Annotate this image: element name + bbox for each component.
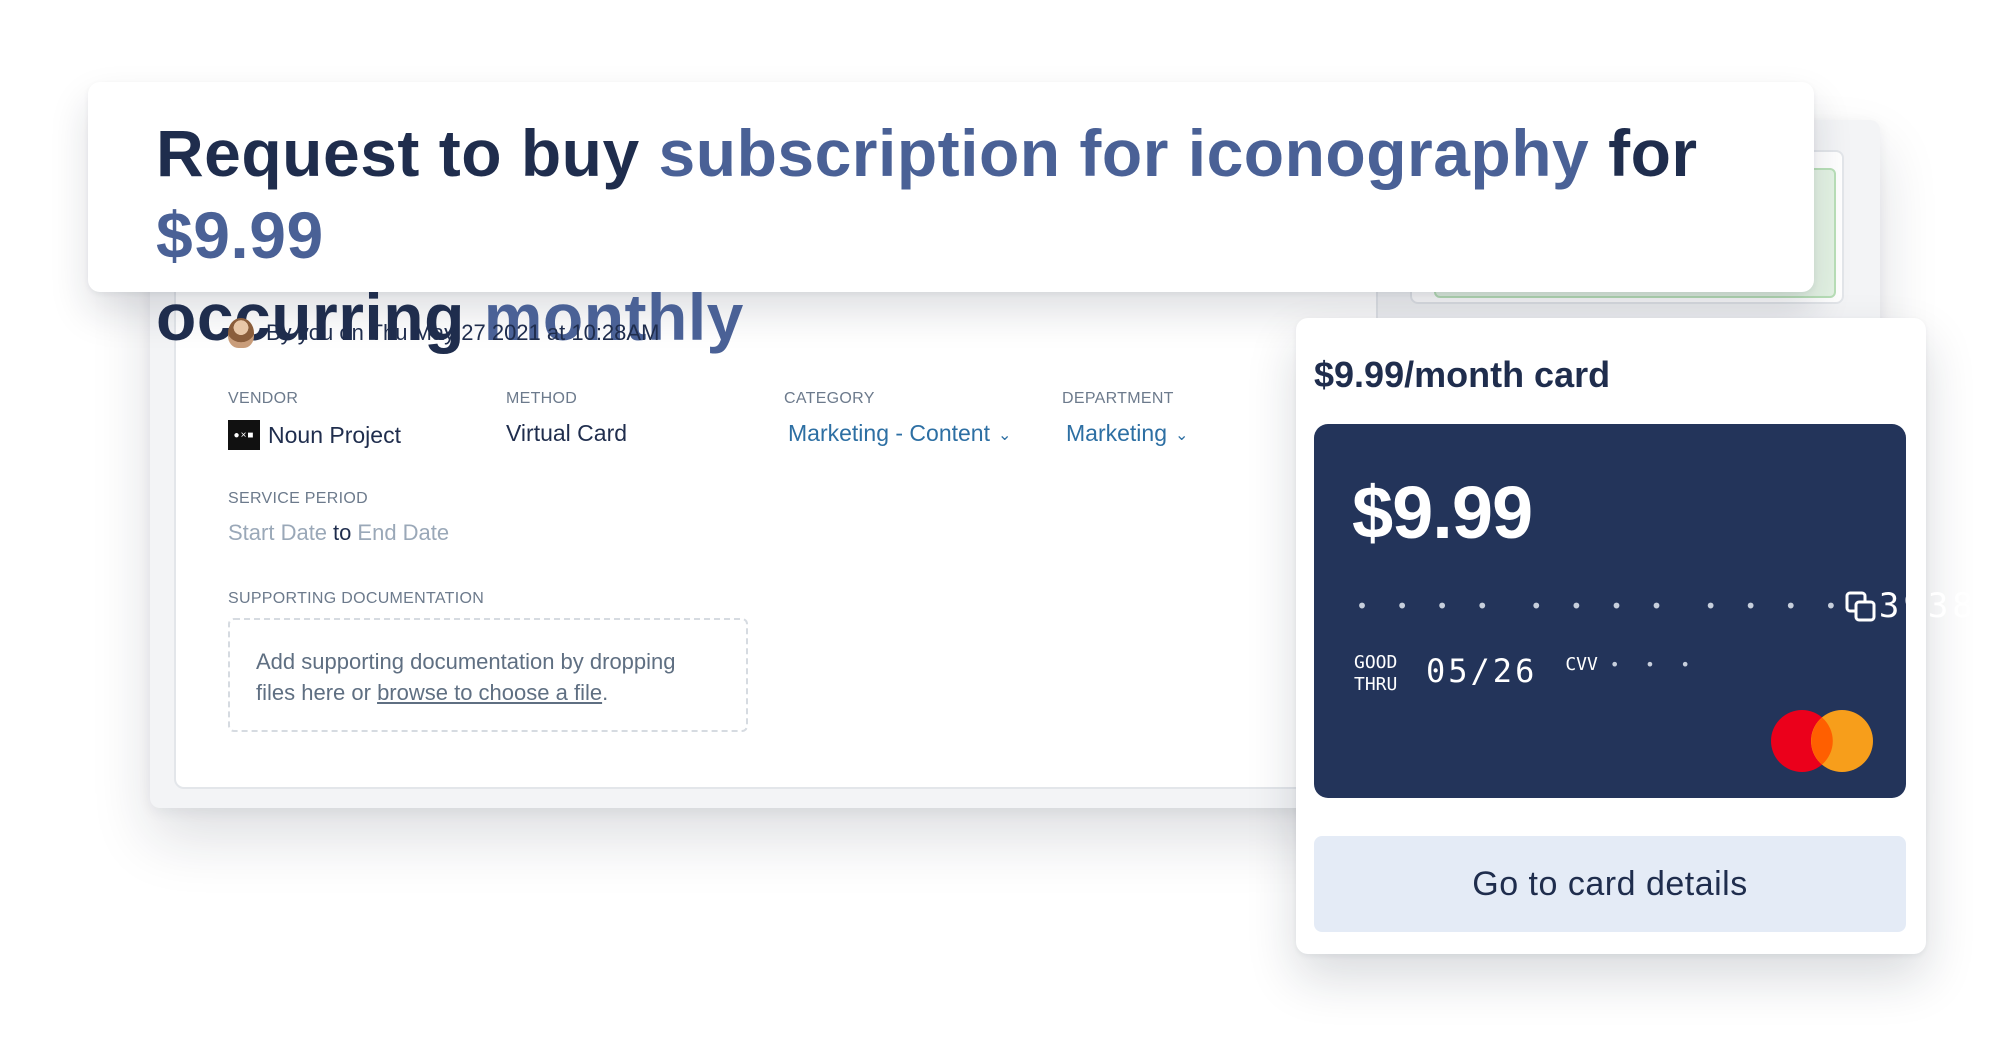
card-number-group-3: • • • • bbox=[1704, 594, 1845, 618]
cvv-label: CVV bbox=[1565, 654, 1598, 675]
thru-label: THRU bbox=[1354, 674, 1398, 695]
card-number: • • • • • • • • • • • • 3938 bbox=[1356, 586, 1977, 626]
service-period-range: Start Date to End Date bbox=[228, 520, 449, 546]
dropzone-suffix: . bbox=[602, 680, 609, 705]
category-dropdown[interactable]: Marketing - Content ⌄ bbox=[788, 420, 1011, 447]
department-dropdown[interactable]: Marketing ⌄ bbox=[1066, 420, 1188, 447]
start-date-input[interactable]: Start Date bbox=[228, 520, 327, 546]
category-value: Marketing - Content bbox=[788, 420, 990, 446]
cvv-masked: • • • bbox=[1609, 655, 1699, 674]
card-number-group-2: • • • • bbox=[1530, 594, 1671, 618]
card-amount: $9.99 bbox=[1352, 471, 1533, 554]
department-label: DEPARTMENT bbox=[1062, 390, 1174, 407]
method-value: Virtual Card bbox=[506, 420, 628, 446]
vendor-label: VENDOR bbox=[228, 390, 299, 407]
good-label: GOOD bbox=[1354, 652, 1398, 673]
title-amount: $9.99 bbox=[156, 198, 324, 272]
good-thru-label: GOOD THRU bbox=[1354, 652, 1414, 696]
documentation-label: SUPPORTING DOCUMENTATION bbox=[228, 590, 485, 607]
service-period-to: to bbox=[333, 520, 352, 545]
service-period-label: SERVICE PERIOD bbox=[228, 490, 368, 507]
card-meta: GOOD THRU 05/26 CVV • • • bbox=[1354, 652, 1698, 696]
card-expiry: 05/26 bbox=[1426, 652, 1538, 690]
title-connector: for bbox=[1589, 116, 1698, 190]
request-meta: By you on Thu May 27 2021 at 10:28AM bbox=[228, 316, 659, 350]
method-label: METHOD bbox=[506, 390, 578, 407]
category-label: CATEGORY bbox=[784, 390, 875, 407]
author-line: By you on Thu May 27 2021 at 10:28AM bbox=[266, 320, 660, 345]
copy-icon[interactable] bbox=[1844, 590, 1878, 624]
card-number-group-1: • • • • bbox=[1356, 594, 1497, 618]
vendor-value: ●×■ Noun Project bbox=[228, 420, 401, 450]
avatar bbox=[228, 318, 254, 348]
title-prefix: Request to buy bbox=[156, 116, 659, 190]
browse-file-link[interactable]: browse to choose a file bbox=[377, 680, 602, 705]
noun-project-logo: ●×■ bbox=[228, 420, 260, 450]
department-value: Marketing bbox=[1066, 420, 1167, 446]
chevron-down-icon: ⌄ bbox=[997, 426, 1012, 444]
title-item: subscription for iconography bbox=[658, 116, 1590, 190]
card-popup-title: $9.99/month card bbox=[1314, 354, 1611, 395]
end-date-input[interactable]: End Date bbox=[357, 520, 449, 546]
documentation-dropzone[interactable]: Add supporting documentation by dropping… bbox=[228, 618, 748, 732]
chevron-down-icon: ⌄ bbox=[1174, 426, 1189, 444]
card-last4: 3938 bbox=[1878, 586, 1977, 626]
vendor-name: Noun Project bbox=[268, 421, 401, 448]
mastercard-logo bbox=[1771, 710, 1873, 772]
go-to-card-details-button[interactable]: Go to card details bbox=[1314, 836, 1906, 932]
